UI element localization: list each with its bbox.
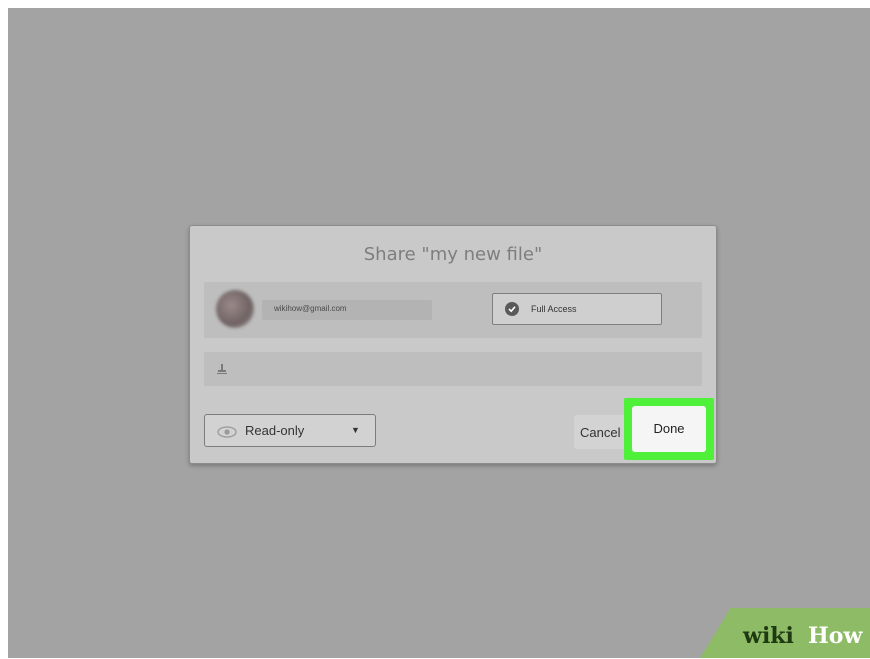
avatar [216, 290, 254, 328]
share-dialog: Share "my new file" wikihow@gmail.com Fu… [189, 225, 717, 464]
permission-label: Read-only [245, 423, 305, 438]
access-level-dropdown[interactable]: Full Access [492, 293, 662, 325]
check-circle-icon [505, 302, 519, 316]
wikihow-logo-wiki: wiki [743, 623, 794, 649]
email-field[interactable]: wikihow@gmail.com [262, 300, 432, 320]
collaborator-row: wikihow@gmail.com Full Access [204, 282, 702, 338]
add-user-input[interactable] [204, 352, 702, 386]
permission-dropdown[interactable]: Read-only ▼ [204, 414, 376, 447]
done-label: Done [653, 421, 685, 436]
eye-icon [217, 425, 237, 443]
email-text: wikihow@gmail.com [274, 304, 347, 313]
done-highlight: Done [624, 398, 714, 460]
screen-overlay: Share "my new file" wikihow@gmail.com Fu… [8, 8, 870, 658]
access-level-label: Full Access [531, 304, 577, 314]
dialog-title: Share "my new file" [363, 244, 543, 265]
person-add-icon [216, 362, 228, 380]
wikihow-logo-how: How [808, 623, 863, 649]
cancel-label: Cancel [580, 425, 621, 440]
chevron-down-icon: ▼ [351, 425, 360, 435]
done-button[interactable]: Done [632, 406, 706, 452]
